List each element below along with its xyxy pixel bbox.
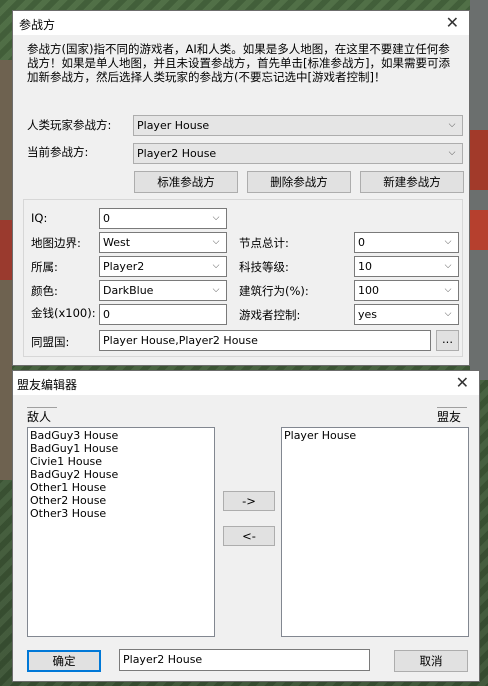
iq-label: IQ:	[31, 211, 48, 225]
house-name-input[interactable]: Player2 House	[119, 649, 370, 671]
chevron-down-icon: ⌵	[444, 285, 452, 295]
chevron-down-icon: ⌵	[212, 285, 220, 295]
edge-combo[interactable]: West ⌵	[99, 232, 227, 253]
list-item[interactable]: Other1 House	[30, 481, 212, 494]
ally-editor-dialog: 盟友编辑器 ✕ 敌人 盟友 BadGuy3 House BadGuy1 House…	[12, 370, 480, 682]
current-player-combo[interactable]: Player2 House ⌵	[133, 143, 463, 164]
delete-house-button[interactable]: 删除参战方	[247, 171, 351, 193]
human-player-label: 人类玩家参战方:	[27, 118, 112, 132]
iq-combo[interactable]: 0 ⌵	[99, 208, 227, 229]
chevron-down-icon: ⌵	[212, 213, 220, 223]
ally-editor-titlebar: 盟友编辑器 ✕	[13, 371, 479, 395]
list-item[interactable]: BadGuy3 House	[30, 429, 212, 442]
allies-label: 同盟国:	[31, 335, 70, 349]
chevron-down-icon: ⌵	[212, 237, 220, 247]
enemies-header-line	[27, 407, 57, 408]
list-item[interactable]: BadGuy2 House	[30, 468, 212, 481]
current-player-label: 当前参战方:	[27, 145, 89, 159]
list-item[interactable]: Civie1 House	[30, 455, 212, 468]
chevron-down-icon: ⌵	[444, 309, 452, 319]
houses-dialog-titlebar: 参战方 ✕	[13, 11, 469, 35]
houses-dialog-title: 参战方	[19, 18, 56, 32]
tech-level-combo[interactable]: 10 ⌵	[354, 256, 459, 277]
houses-dialog: 参战方 ✕ 参战方(国家)指不同的游戏者，AI和人类。如果是多人地图，在这里不要…	[12, 10, 470, 366]
list-item[interactable]: Other2 House	[30, 494, 212, 507]
description-text: 参战方(国家)指不同的游戏者，AI和人类。如果是多人地图，在这里不要建立任何参战…	[27, 42, 450, 84]
allies-header: 盟友	[437, 410, 462, 424]
color-combo[interactable]: DarkBlue ⌵	[99, 280, 227, 301]
allies-browse-button[interactable]: ...	[436, 330, 459, 351]
move-to-enemies-button[interactable]: <-	[223, 526, 275, 546]
chevron-down-icon: ⌵	[444, 261, 452, 271]
cancel-button[interactable]: 取消	[394, 650, 468, 672]
allies-list[interactable]: Player House	[281, 427, 469, 637]
tech-level-label: 科技等级:	[239, 260, 289, 274]
player-control-combo[interactable]: yes ⌵	[354, 304, 459, 325]
chevron-down-icon: ⌵	[444, 237, 452, 247]
allies-header-line	[437, 407, 467, 408]
list-item[interactable]: Player House	[284, 429, 466, 442]
owner-label: 所属:	[31, 260, 58, 274]
list-item[interactable]: BadGuy1 House	[30, 442, 212, 455]
human-player-combo[interactable]: Player House ⌵	[133, 115, 463, 136]
nodes-combo[interactable]: 0 ⌵	[354, 232, 459, 253]
new-house-button[interactable]: 新建参战方	[360, 171, 464, 193]
build-percent-combo[interactable]: 100 ⌵	[354, 280, 459, 301]
chevron-down-icon: ⌵	[212, 261, 220, 271]
owner-combo[interactable]: Player2 ⌵	[99, 256, 227, 277]
money-label: 金钱(x100):	[31, 306, 96, 320]
chevron-down-icon: ⌵	[448, 148, 456, 158]
nodes-label: 节点总计:	[239, 236, 289, 250]
list-item[interactable]: Other3 House	[30, 507, 212, 520]
move-to-allies-button[interactable]: ->	[223, 491, 275, 511]
ok-button[interactable]: 确定	[27, 650, 101, 672]
color-label: 颜色:	[31, 284, 58, 298]
edge-label: 地图边界:	[31, 236, 81, 250]
player-control-label: 游戏者控制:	[239, 308, 301, 322]
money-input[interactable]: 0	[99, 304, 227, 325]
allies-input[interactable]: Player House,Player2 House	[99, 330, 431, 351]
chevron-down-icon: ⌵	[448, 120, 456, 130]
close-icon[interactable]: ✕	[446, 13, 459, 32]
ally-editor-title: 盟友编辑器	[17, 378, 78, 392]
standard-houses-button[interactable]: 标准参战方	[134, 171, 238, 193]
enemies-list[interactable]: BadGuy3 House BadGuy1 House Civie1 House Ba…	[27, 427, 215, 637]
close-icon[interactable]: ✕	[456, 373, 469, 392]
build-percent-label: 建筑行为(%):	[239, 284, 309, 298]
enemies-header: 敌人	[27, 410, 52, 424]
